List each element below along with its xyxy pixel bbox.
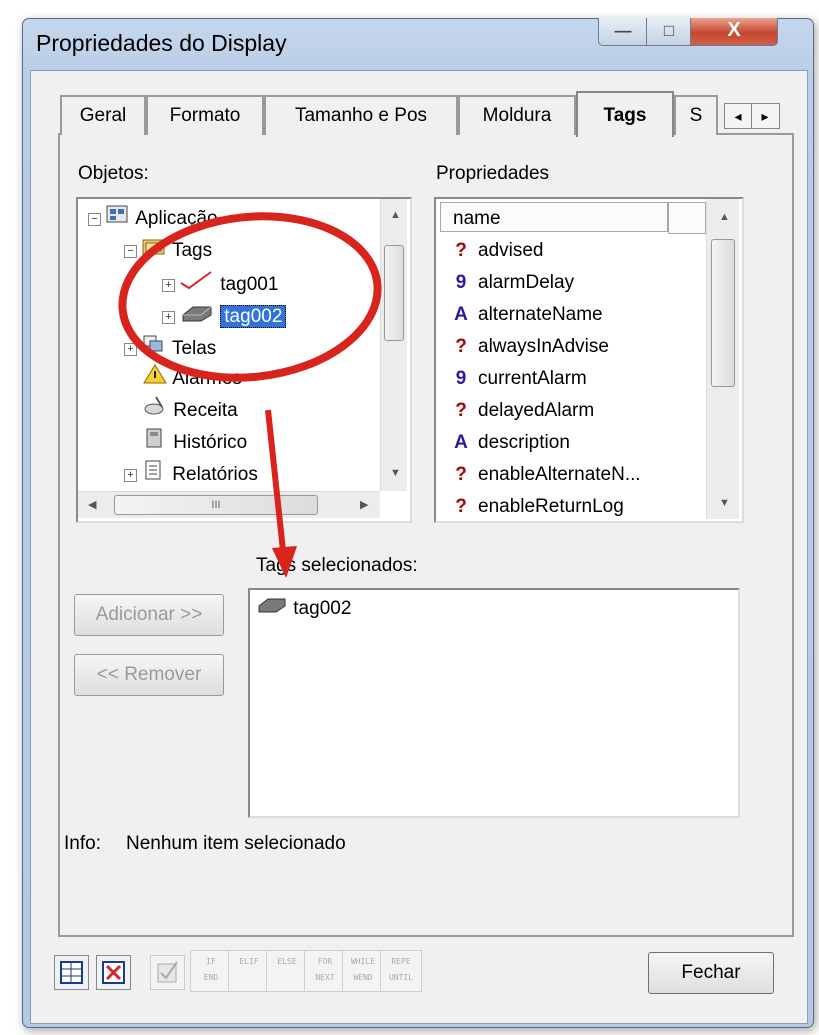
annotation-arrow-line (265, 409, 287, 561)
annotation-overlay (118, 212, 382, 578)
annotation-circle (118, 212, 382, 382)
annotation-arrow-head (272, 546, 297, 578)
tab-tags[interactable]: Tags (576, 91, 674, 137)
